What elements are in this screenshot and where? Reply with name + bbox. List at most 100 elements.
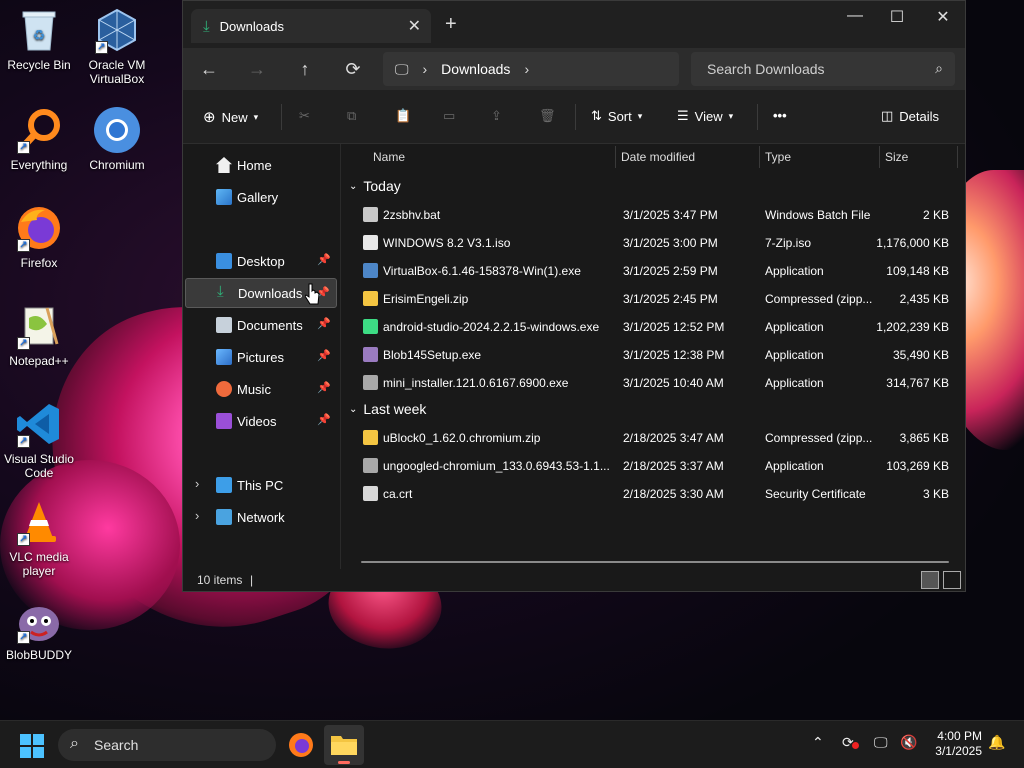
desktop-icon-virtualbox[interactable]: ↗ Oracle VM VirtualBox bbox=[78, 6, 156, 86]
sidebar-item-this-pc[interactable]: › This PC bbox=[185, 470, 337, 500]
file-row[interactable]: 2zsbhv.bat 3/1/2025 3:47 PM Windows Batch … bbox=[359, 201, 955, 229]
pin-icon[interactable]: 📌 bbox=[317, 349, 331, 362]
taskbar-search[interactable]: ⌕ Search bbox=[58, 729, 276, 761]
sidebar-item-gallery[interactable]: Gallery bbox=[185, 182, 337, 212]
column-header-type[interactable]: Type bbox=[765, 144, 791, 170]
breadcrumb-chevron-icon[interactable]: › bbox=[524, 61, 529, 77]
column-header-date[interactable]: Date modified bbox=[621, 144, 695, 170]
pin-icon[interactable]: 📌 bbox=[317, 253, 331, 266]
file-row[interactable]: VirtualBox-6.1.46-158378-Win(1).exe 3/1/2… bbox=[359, 257, 955, 285]
file-size: 103,269 KB bbox=[886, 459, 949, 473]
tab-downloads[interactable]: ⤓ Downloads ✕ bbox=[191, 9, 431, 43]
new-tab-button[interactable]: + bbox=[445, 13, 457, 36]
column-divider[interactable] bbox=[759, 146, 760, 168]
file-explorer-window[interactable]: ⤓ Downloads ✕ + — ☐ ✕ ← → ↑ ⟳ 🖵 › Downlo… bbox=[182, 0, 966, 592]
chevron-down-icon: ⌄ bbox=[349, 403, 358, 415]
view-button[interactable]: ☰ View ▾ bbox=[677, 108, 733, 124]
show-hidden-icons-button[interactable]: ⌃ bbox=[812, 734, 824, 751]
firefox-icon: ↗ bbox=[15, 204, 63, 252]
delete-button[interactable]: 🗑 bbox=[539, 108, 556, 124]
sidebar-item-videos[interactable]: Videos 📌 bbox=[185, 406, 337, 436]
file-name: android-studio-2024.2.2.15-windows.exe bbox=[383, 320, 600, 334]
file-name: Blob145Setup.exe bbox=[383, 348, 482, 362]
notification-bell-icon[interactable]: 🔔 bbox=[988, 734, 1005, 751]
sync-status-icon[interactable]: ⟳ bbox=[842, 734, 859, 751]
back-button[interactable]: ← bbox=[197, 59, 221, 80]
file-row[interactable]: ca.crt 2/18/2025 3:30 AM Security Certific… bbox=[359, 480, 955, 508]
desktop-icon-everything[interactable]: ↗ Everything bbox=[0, 106, 78, 172]
file-date-modified: 3/1/2025 2:59 PM bbox=[623, 264, 718, 278]
pin-icon[interactable]: 📌 bbox=[317, 413, 331, 426]
file-name: WINDOWS 8.2 V3.1.iso bbox=[383, 236, 511, 250]
file-date-modified: 3/1/2025 12:52 PM bbox=[623, 320, 725, 334]
file-row[interactable]: WINDOWS 8.2 V3.1.iso 3/1/2025 3:00 PM 7-Zi… bbox=[359, 229, 955, 257]
volume-muted-icon[interactable]: 🔇 bbox=[900, 734, 917, 751]
desktop-icon-blobbuddy[interactable]: ↗ BlobBUDDY bbox=[0, 596, 78, 662]
refresh-button[interactable]: ⟳ bbox=[341, 59, 365, 80]
large-icons-view-button[interactable] bbox=[943, 571, 961, 589]
group-header-last-week[interactable]: ⌄ Last week bbox=[349, 401, 426, 417]
blobbuddy-icon: ↗ bbox=[15, 596, 63, 644]
expand-chevron-icon[interactable]: › bbox=[195, 508, 199, 523]
cut-button[interactable]: ✂ bbox=[299, 108, 310, 124]
column-header-size[interactable]: Size bbox=[885, 144, 908, 170]
sidebar-item-documents[interactable]: Documents 📌 bbox=[185, 310, 337, 340]
sidebar-item-desktop[interactable]: Desktop 📌 bbox=[185, 246, 337, 276]
breadcrumb-downloads[interactable]: Downloads bbox=[441, 61, 510, 77]
expand-chevron-icon[interactable]: › bbox=[195, 476, 199, 491]
pin-icon[interactable]: 📌 bbox=[317, 317, 331, 330]
up-button[interactable]: ↑ bbox=[293, 59, 317, 80]
file-row[interactable]: Blob145Setup.exe 3/1/2025 12:38 PM Applica… bbox=[359, 341, 955, 369]
navigation-pane: Home Gallery Desktop 📌 ⤓ Downloads 📌 Doc… bbox=[183, 144, 341, 569]
column-divider[interactable] bbox=[957, 146, 958, 168]
breadcrumb-chevron-icon[interactable]: › bbox=[423, 61, 428, 77]
clock[interactable]: 4:00 PM 3/1/2025 bbox=[935, 729, 982, 759]
more-options-button[interactable]: ••• bbox=[773, 108, 787, 123]
column-divider[interactable] bbox=[879, 146, 880, 168]
sort-button[interactable]: ⇅ Sort ▾ bbox=[591, 108, 642, 124]
this-pc-icon bbox=[216, 477, 232, 493]
file-row[interactable]: uBlock0_1.62.0.chromium.zip 2/18/2025 3:4… bbox=[359, 424, 955, 452]
file-row[interactable]: mini_installer.121.0.6167.6900.exe 3/1/20… bbox=[359, 369, 955, 397]
search-input[interactable]: Search Downloads ⌕ bbox=[691, 52, 955, 86]
desktop-icon-vscode[interactable]: ↗ Visual Studio Code bbox=[0, 400, 78, 480]
file-row[interactable]: ungoogled-chromium_133.0.6943.53-1.1... 2… bbox=[359, 452, 955, 480]
network-status-icon[interactable]: 🖵 bbox=[874, 734, 888, 751]
desktop-icon-firefox[interactable]: ↗ Firefox bbox=[0, 204, 78, 270]
taskbar-file-explorer[interactable] bbox=[324, 725, 364, 765]
details-view-button[interactable] bbox=[921, 571, 939, 589]
start-button[interactable] bbox=[20, 734, 44, 761]
pin-icon[interactable]: 📌 bbox=[317, 381, 331, 394]
details-pane-button[interactable]: ◫ Details bbox=[881, 108, 939, 124]
close-window-button[interactable]: ✕ bbox=[931, 7, 955, 27]
share-button[interactable]: ⇪ bbox=[491, 108, 502, 124]
navigation-bar: ← → ↑ ⟳ 🖵 › Downloads › Search Downloads… bbox=[183, 48, 965, 90]
sidebar-item-music[interactable]: Music 📌 bbox=[185, 374, 337, 404]
copy-button[interactable]: ⧉ bbox=[347, 108, 356, 124]
desktop-icon-recycle-bin[interactable]: ♻ Recycle Bin bbox=[0, 6, 78, 72]
desktop-icon-notepadpp[interactable]: ↗ Notepad++ bbox=[0, 302, 78, 368]
sidebar-item-pictures[interactable]: Pictures 📌 bbox=[185, 342, 337, 372]
column-header-name[interactable]: Name bbox=[373, 144, 405, 170]
forward-button[interactable]: → bbox=[245, 59, 269, 80]
taskbar-firefox[interactable] bbox=[288, 732, 314, 761]
column-divider[interactable] bbox=[615, 146, 616, 168]
new-button[interactable]: ⊕ New ▾ bbox=[203, 108, 258, 126]
chevron-down-icon: ▾ bbox=[253, 111, 259, 122]
file-row[interactable]: android-studio-2024.2.2.15-windows.exe 3/… bbox=[359, 313, 955, 341]
paste-button[interactable]: 📋 bbox=[395, 108, 411, 124]
minimize-button[interactable]: — bbox=[843, 7, 867, 25]
desktop-icon-chromium[interactable]: Chromium bbox=[78, 106, 156, 172]
maximize-button[interactable]: ☐ bbox=[885, 7, 909, 27]
this-pc-icon: 🖵 bbox=[395, 60, 409, 77]
address-bar[interactable]: 🖵 › Downloads › bbox=[383, 52, 679, 86]
file-row[interactable]: ErisimEngeli.zip 3/1/2025 2:45 PM Compress… bbox=[359, 285, 955, 313]
sidebar-item-network[interactable]: › Network bbox=[185, 502, 337, 532]
group-header-today[interactable]: ⌄ Today bbox=[349, 178, 401, 194]
file-size: 314,767 KB bbox=[886, 376, 949, 390]
rename-button[interactable]: ▭ bbox=[443, 108, 455, 124]
horizontal-scrollbar[interactable] bbox=[361, 561, 949, 563]
desktop-icon-vlc[interactable]: ↗ VLC media player bbox=[0, 498, 78, 578]
sidebar-item-home[interactable]: Home bbox=[185, 150, 337, 180]
close-tab-button[interactable]: ✕ bbox=[408, 16, 421, 36]
